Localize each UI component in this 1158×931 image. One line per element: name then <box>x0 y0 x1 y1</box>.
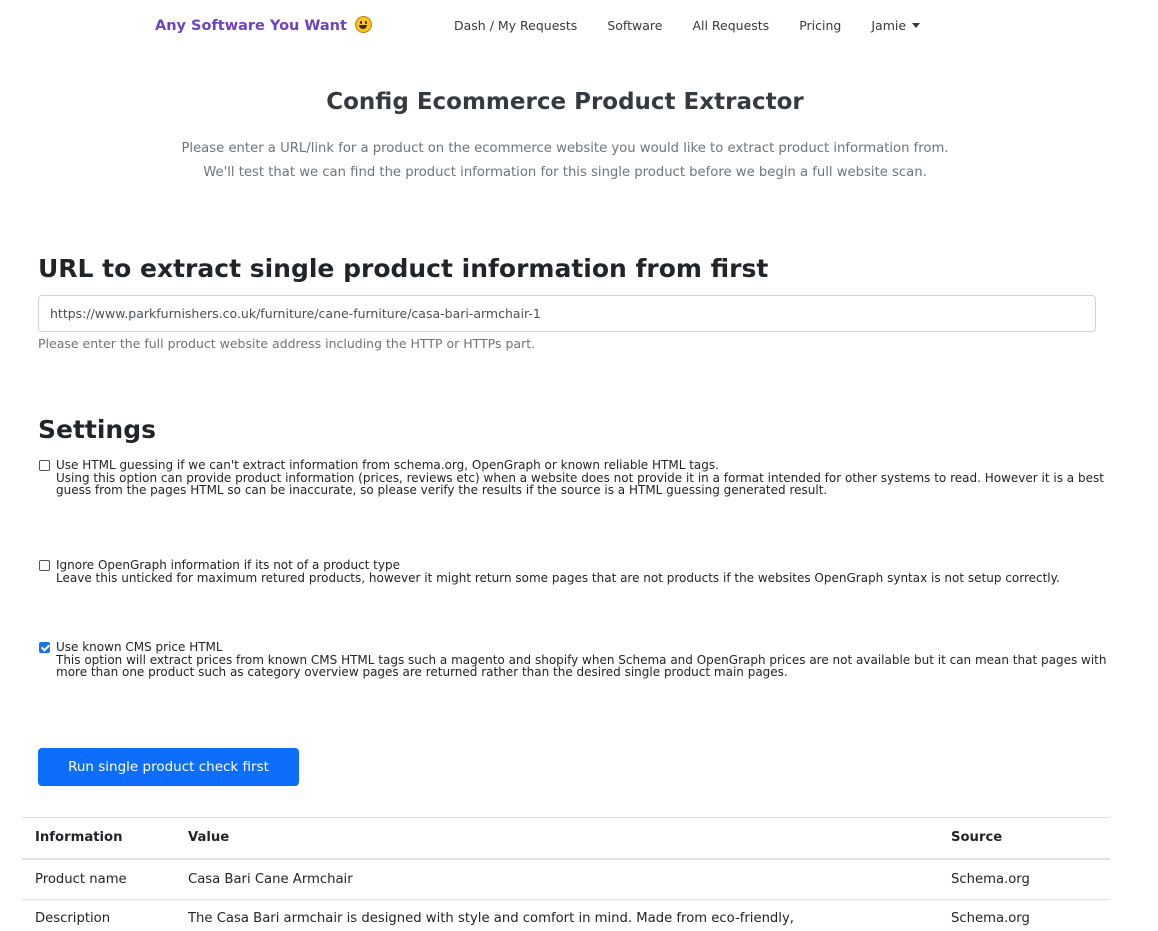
cell-source: Schema.org <box>938 899 1110 931</box>
cms-price-description: This option will extract prices from kno… <box>56 652 1107 679</box>
subtitle-line-1: Please enter a URL/link for a product on… <box>181 141 949 156</box>
nav-links: Dash / My Requests Software All Requests… <box>454 18 921 33</box>
html-guessing-description: Using this option can provide product in… <box>56 470 1104 497</box>
nav-link-all-requests[interactable]: All Requests <box>692 18 769 33</box>
ignore-opengraph-checkbox[interactable] <box>39 560 50 571</box>
user-name: Jamie <box>871 18 907 33</box>
settings-title: Settings <box>38 415 157 444</box>
run-check-button[interactable]: Run single product check first <box>38 748 299 786</box>
description-text: The Casa Bari armchair is designed with … <box>188 911 794 926</box>
page-subtitle: Please enter a URL/link for a product on… <box>0 137 1130 185</box>
setting-ignore-opengraph: Ignore OpenGraph information if its not … <box>38 559 1108 584</box>
table-header-row: Information Value Source <box>22 817 1110 860</box>
brand-link[interactable]: Any Software You Want <box>155 16 372 34</box>
cell-value: Casa Bari Cane Armchair <box>175 858 938 900</box>
html-guessing-checkbox[interactable] <box>39 460 50 471</box>
subtitle-line-2: We'll test that we can find the product … <box>203 165 927 180</box>
ignore-opengraph-description: Leave this unticked for maximum retured … <box>56 570 1060 585</box>
cell-source: Schema.org <box>938 858 1110 900</box>
url-section-title: URL to extract single product informatio… <box>38 254 769 283</box>
header-source: Source <box>938 817 1110 860</box>
cell-information: Product name <box>22 858 175 900</box>
nav-link-dashboard[interactable]: Dash / My Requests <box>454 18 577 33</box>
url-help-text: Please enter the full product website ad… <box>38 336 536 351</box>
header-value: Value <box>175 817 938 860</box>
header-information: Information <box>22 817 175 860</box>
cell-value: The Casa Bari armchair is designed with … <box>175 899 938 931</box>
nav-link-software[interactable]: Software <box>607 18 662 33</box>
navbar: Any Software You Want Dash / My Requests… <box>0 0 1158 54</box>
brand-name: Any Software You Want <box>155 18 347 34</box>
user-menu-dropdown[interactable]: Jamie <box>871 18 921 33</box>
setting-cms-price: Use known CMS price HTML This option wil… <box>38 641 1108 679</box>
page-title: Config Ecommerce Product Extractor <box>326 89 804 115</box>
cms-price-checkbox[interactable] <box>39 642 50 653</box>
product-url-input[interactable] <box>38 295 1096 332</box>
setting-html-guessing: Use HTML guessing if we can't extract in… <box>38 459 1108 497</box>
grinning-face-icon <box>354 16 372 33</box>
cell-information: Description <box>22 899 175 931</box>
nav-link-pricing[interactable]: Pricing <box>799 18 841 33</box>
table-row: Product name Casa Bari Cane Armchair Sch… <box>22 858 1110 900</box>
table-row: Description The Casa Bari armchair is de… <box>22 899 1110 931</box>
caret-down-icon <box>912 23 921 28</box>
results-table: Information Value Source Product name Ca… <box>22 817 1110 931</box>
